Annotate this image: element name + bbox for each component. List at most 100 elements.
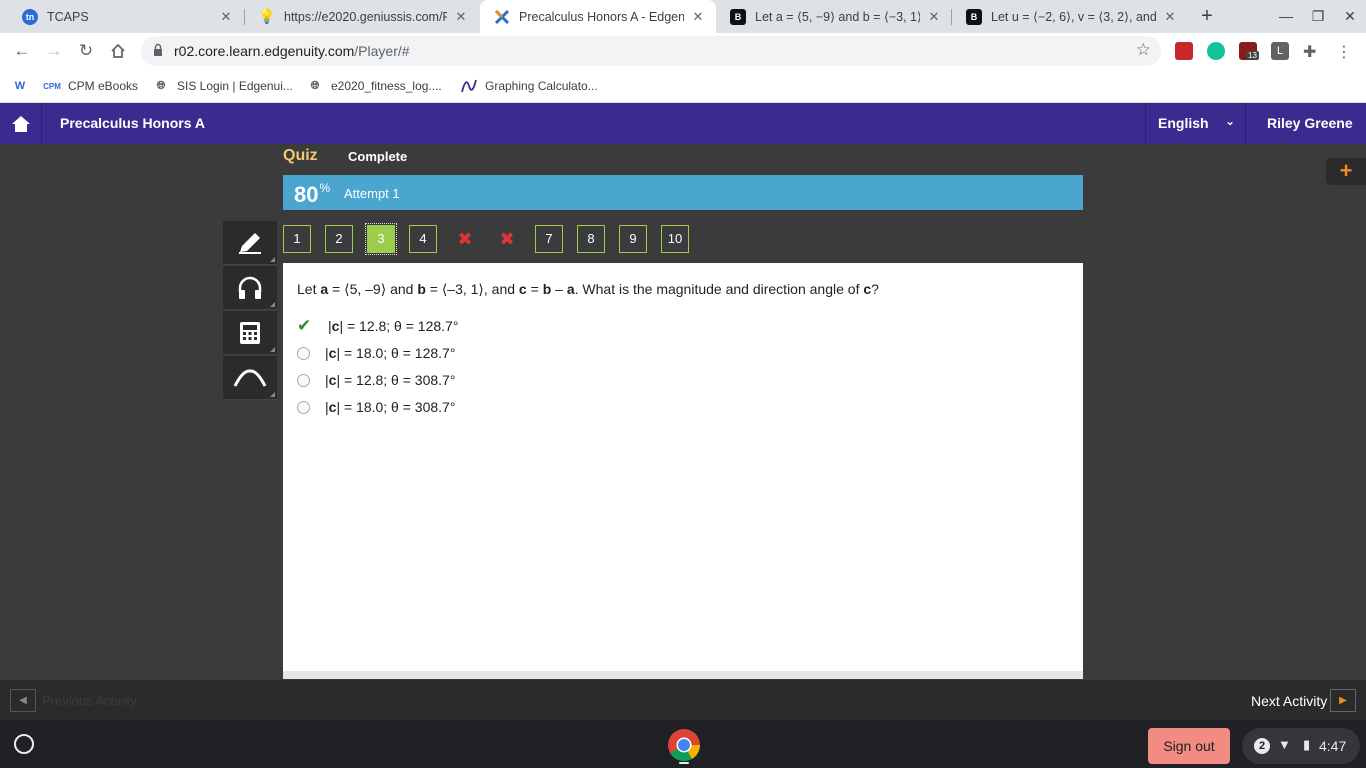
score-bar: 80% Attempt 1	[283, 175, 1083, 210]
grammarly-extension-icon[interactable]	[1207, 42, 1225, 60]
question-nav-2[interactable]: 2	[325, 225, 353, 253]
pencil-icon	[239, 232, 261, 254]
bookmarks-bar: W CPM CPM eBooks 🌐︎ SIS Login | Edgenui.…	[0, 70, 1366, 103]
corner-indicator	[270, 302, 275, 307]
sign-out-button[interactable]: Sign out	[1148, 728, 1230, 764]
notification-count-badge: 2	[1254, 738, 1270, 754]
answer-label: |c| = 18.0; θ = 308.7°	[325, 399, 456, 415]
bookmark-label: Graphing Calculato...	[485, 79, 598, 93]
language-dropdown[interactable]: English ⌄	[1145, 103, 1246, 144]
extension-badge-count: 13	[1246, 51, 1259, 60]
calculator-tool-button[interactable]	[223, 311, 277, 355]
quiz-label: Quiz	[283, 147, 318, 164]
close-icon[interactable]: ✕	[926, 9, 942, 25]
browser-tab[interactable]: 💡 https://e2020.geniussis.com/F ✕	[245, 0, 479, 33]
ublock-extension-icon[interactable]: 13	[1239, 42, 1259, 60]
menu-kebab-icon[interactable]: ⋮	[1335, 42, 1353, 61]
bookmark-item[interactable]: Graphing Calculato...	[461, 77, 598, 95]
chrome-logo-icon[interactable]	[667, 728, 701, 762]
headphones-icon	[238, 276, 262, 299]
tools-sidebar	[223, 221, 277, 400]
tcaps-logo-icon: tn	[22, 8, 38, 25]
battery-icon: ▮	[1303, 737, 1311, 752]
running-indicator	[679, 762, 689, 764]
bookmark-item[interactable]: 🌐︎ SIS Login | Edgenui...	[153, 77, 293, 95]
next-activity-label[interactable]: Next Activity	[1251, 693, 1327, 709]
bookmark-item[interactable]: CPM CPM eBooks	[43, 77, 139, 95]
tab-title: Let u = ⟨−2, 6⟩, v = ⟨3, 2⟩, and w =	[991, 10, 1156, 24]
restore-icon[interactable]: ❐	[1302, 0, 1334, 33]
question-nav-7[interactable]: 7	[535, 225, 563, 253]
bookmark-item[interactable]: W	[12, 77, 36, 95]
red-book-extension-icon[interactable]	[1175, 42, 1193, 60]
forward-arrow-icon[interactable]: →	[42, 39, 66, 63]
status-tray[interactable]: 2 ▼ ▮ 4:47	[1242, 728, 1360, 764]
globe-icon: 🌐︎	[156, 79, 166, 92]
question-nav-6-wrong-icon[interactable]: ✖	[493, 225, 521, 253]
expand-plus-button[interactable]: +	[1326, 158, 1366, 185]
previous-activity-button[interactable]: ◀	[10, 689, 36, 712]
radio-button[interactable]	[297, 346, 310, 360]
tab-title: Let a = ⟨5, −9⟩ and b = ⟨−3, 1⟩, a	[755, 10, 920, 24]
answer-label: |c| = 12.8; θ = 308.7°	[325, 372, 456, 388]
answer-option-selected[interactable]: ✔ |c| = 12.8; θ = 128.7°	[297, 316, 458, 336]
tab-title: https://e2020.geniussis.com/F	[284, 9, 447, 24]
puzzle-extensions-icon[interactable]: ✚	[1303, 42, 1321, 61]
chevron-down-icon: ⌄	[1224, 114, 1235, 128]
home-icon	[11, 115, 30, 132]
question-nav-8[interactable]: 8	[577, 225, 605, 253]
close-icon[interactable]: ✕	[1162, 9, 1178, 25]
bookmark-label: e2020_fitness_log....	[331, 79, 442, 93]
window-close-icon[interactable]: ✕	[1334, 0, 1366, 33]
launcher-icon[interactable]	[14, 734, 34, 754]
question-nav-9[interactable]: 9	[619, 225, 647, 253]
back-arrow-icon[interactable]: ←	[10, 39, 34, 63]
l-extension-icon[interactable]: L	[1271, 42, 1289, 60]
minimize-icon[interactable]: —	[1270, 0, 1302, 33]
course-title: Precalculus Honors A	[60, 115, 205, 131]
browser-tab[interactable]: tn TCAPS ✕	[8, 0, 244, 33]
answer-option[interactable]: |c| = 18.0; θ = 308.7°	[297, 397, 455, 417]
formula-tool-button[interactable]	[223, 356, 277, 400]
quiz-status: Complete	[348, 149, 408, 164]
new-tab-plus-icon[interactable]: +	[1196, 4, 1218, 28]
pencil-tool-button[interactable]	[223, 221, 277, 265]
question-nav-1[interactable]: 1	[283, 225, 311, 253]
question-nav-4[interactable]: 4	[409, 225, 437, 253]
browser-tab[interactable]: B Let u = ⟨−2, 6⟩, v = ⟨3, 2⟩, and w = ✕	[952, 0, 1188, 33]
answer-option[interactable]: |c| = 12.8; θ = 308.7°	[297, 370, 455, 390]
answer-option[interactable]: |c| = 18.0; θ = 128.7°	[297, 343, 455, 363]
w-logo-icon: W	[14, 80, 26, 92]
browser-toolbar: ← → ↻ r02.core.learn.edgenuity.com/Playe…	[0, 33, 1366, 70]
question-nav-5-wrong-icon[interactable]: ✖	[451, 225, 479, 253]
address-bar[interactable]: r02.core.learn.edgenuity.com/Player/# ☆	[141, 36, 1161, 66]
browser-tab[interactable]: B Let a = ⟨5, −9⟩ and b = ⟨−3, 1⟩, a ✕	[716, 0, 952, 33]
course-header: Precalculus Honors A English ⌄ Riley Gre…	[0, 103, 1366, 144]
close-icon[interactable]: ✕	[690, 9, 706, 25]
tab-title: Precalculus Honors A - Edgenui	[519, 9, 684, 24]
browser-tab-active[interactable]: Precalculus Honors A - Edgenui ✕	[480, 0, 716, 33]
question-nav-3-current[interactable]: 3	[365, 223, 397, 255]
bookmark-item[interactable]: 🌐︎ e2020_fitness_log....	[307, 77, 442, 95]
bookmark-label: CPM eBooks	[68, 79, 139, 93]
previous-activity-label: Previous Activity	[42, 693, 137, 708]
brainly-logo-icon: B	[730, 8, 746, 25]
audio-tool-button[interactable]	[223, 266, 277, 310]
bookmark-label: SIS Login | Edgenui...	[177, 79, 293, 93]
next-activity-button[interactable]: ▶	[1330, 689, 1356, 712]
tab-title: TCAPS	[47, 9, 89, 24]
user-name[interactable]: Riley Greene	[1267, 115, 1353, 131]
question-panel: Let a = ⟨5, –9⟩ and b = ⟨–3, 1⟩, and c =…	[283, 263, 1083, 679]
question-text: Let a = ⟨5, –9⟩ and b = ⟨–3, 1⟩, and c =…	[297, 281, 879, 297]
reload-icon[interactable]: ↻	[74, 39, 98, 63]
bookmark-star-icon[interactable]: ☆	[1136, 40, 1151, 60]
question-nav-10[interactable]: 10	[661, 225, 689, 253]
home-icon[interactable]	[106, 39, 130, 63]
close-icon[interactable]: ✕	[218, 9, 234, 25]
radio-button[interactable]	[297, 373, 310, 387]
cpm-logo-icon: CPM	[43, 81, 61, 91]
radio-button[interactable]	[297, 400, 310, 414]
home-button[interactable]	[0, 103, 42, 144]
close-icon[interactable]: ✕	[453, 9, 469, 25]
corner-indicator	[270, 392, 275, 397]
